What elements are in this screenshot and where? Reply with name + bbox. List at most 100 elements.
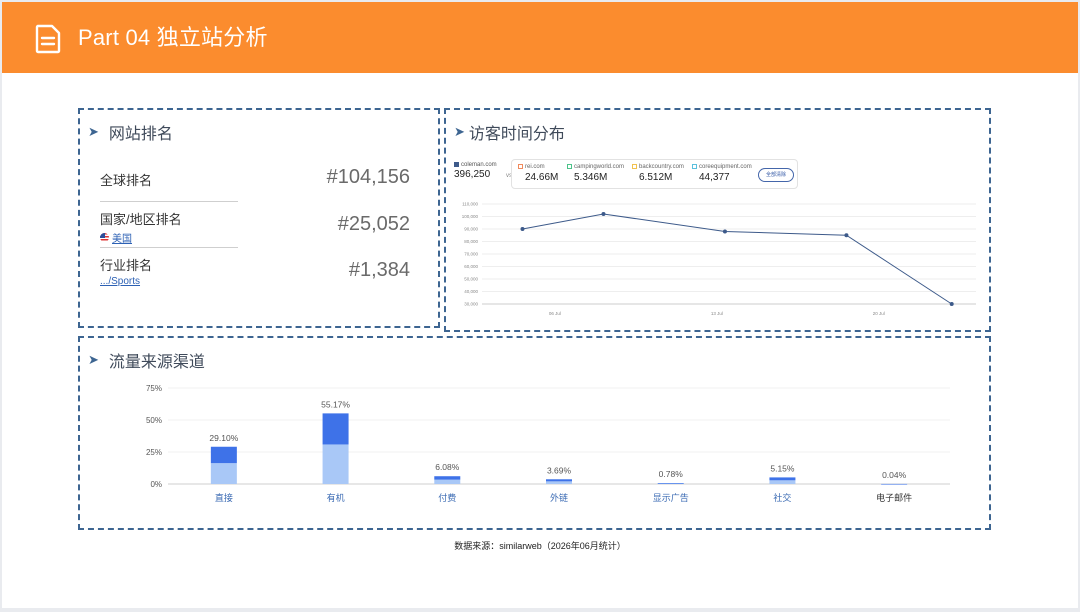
- y-tick-label: 30,000: [464, 302, 478, 307]
- divider: [100, 201, 238, 202]
- source-note: 数据来源：similarweb（2026年06月统计）: [454, 541, 626, 551]
- data-point: [949, 302, 954, 306]
- y-tick-label: 0%: [150, 480, 162, 489]
- x-category-label: 外链: [550, 492, 568, 504]
- competitor-name: backcountry.com: [639, 164, 684, 171]
- clear-all-button[interactable]: 全部清除: [758, 168, 794, 182]
- industry-rank-label-text: 行业排名: [100, 258, 153, 273]
- bar-value-label: 0.04%: [882, 470, 907, 480]
- country-rank-value: #25,052: [337, 213, 410, 235]
- x-category-label: 社交: [773, 492, 791, 504]
- x-tick-label: 06 Jul: [549, 311, 561, 316]
- main-site-legend[interactable]: coleman.com 396,250: [454, 162, 497, 180]
- competitor-value: 24.66M: [525, 172, 559, 184]
- bar-upper: [881, 483, 908, 485]
- bar-lower: [322, 444, 349, 484]
- bar-upper: [546, 479, 572, 482]
- x-tick-label: 13 Jul: [711, 311, 723, 316]
- global-rank-label: 全球排名: [100, 173, 153, 188]
- y-tick-label: 75%: [146, 384, 162, 393]
- x-category-label: 直接: [215, 492, 233, 504]
- competitor-value: 6.512M: [639, 172, 673, 184]
- bar-value-label: 6.08%: [435, 462, 460, 472]
- ranking-title: ➤ 网站排名: [88, 120, 173, 144]
- industry-link-text[interactable]: .../Sports: [100, 276, 140, 287]
- visits-panel: ➤ 访客时间分布 coleman.com 396,250 vs. rei.com…: [444, 108, 991, 332]
- x-tick-label: 20 Jul: [873, 311, 885, 316]
- competitor-box: rei.com 24.66M campingworld.com 5.346M b…: [511, 159, 798, 189]
- ranking-title-text: 网站排名: [108, 126, 173, 143]
- bar-upper: [657, 483, 684, 484]
- bar-upper: [210, 446, 237, 464]
- bar-value-label: 55.17%: [321, 399, 350, 409]
- industry-link[interactable]: .../Sports: [100, 276, 238, 287]
- bar-upper: [322, 413, 349, 445]
- x-category-label: 有机: [327, 492, 345, 504]
- traffic-panel: ➤ 流量来源渠道 75% 50% 25% 0% 29.10% 直接 55.17% 有机 6.08…: [78, 336, 991, 530]
- bar-upper: [769, 477, 796, 481]
- bar-value-label: 3.69%: [547, 465, 572, 475]
- country-rank-label-text: 国家/地区排名: [100, 212, 182, 227]
- slide: Part 04 独立站分析 ➤ 网站排名 全球排名 #104,156 国家/地区…: [2, 2, 1078, 608]
- data-point: [520, 227, 525, 231]
- header-bar: Part 04 独立站分析: [2, 2, 1078, 73]
- competitor-backcountry[interactable]: backcountry.com 6.512M: [632, 164, 684, 183]
- bar-lower: [769, 480, 796, 484]
- country-rank-label: 国家/地区排名 美国: [100, 209, 238, 245]
- divider: [100, 247, 238, 248]
- y-tick-label: 50,000: [464, 277, 478, 282]
- bar-lower: [434, 479, 461, 484]
- competitor-rei[interactable]: rei.com 24.66M: [518, 164, 558, 183]
- competitor-name: campingworld.com: [574, 164, 625, 171]
- legend-swatch: [567, 164, 572, 169]
- x-category-label: 电子邮件: [876, 492, 912, 504]
- legend-swatch: [632, 164, 637, 169]
- y-tick-label: 25%: [146, 448, 162, 457]
- y-tick-label: 50%: [146, 416, 162, 425]
- industry-rank-value: #1,384: [348, 259, 410, 281]
- competitor-campingworld[interactable]: campingworld.com 5.346M: [567, 164, 624, 183]
- bar-value-label: 0.78%: [659, 469, 684, 479]
- y-tick-label: 90,000: [464, 227, 478, 232]
- competitor-value: 44,377: [699, 172, 730, 184]
- legend-swatch: [692, 164, 697, 169]
- competitor-coreequipment[interactable]: coreequipment.com 44,377: [692, 164, 752, 183]
- chevron-right-icon: ➤: [88, 124, 99, 140]
- global-rank-value: #104,156: [326, 166, 410, 188]
- bar-lower: [546, 481, 572, 484]
- bar-upper: [434, 476, 461, 480]
- legend-swatch: [518, 164, 523, 169]
- bar-value-label: 5.15%: [770, 463, 795, 473]
- industry-rank-label: 行业排名 .../Sports: [100, 255, 238, 287]
- visits-line-chart: 110,000 100,000 90,000 80,000 70,000 60,000 50…: [462, 202, 976, 316]
- data-point: [601, 212, 606, 216]
- visits-title-text: 访客时间分布: [468, 126, 565, 143]
- country-link[interactable]: 美国: [100, 230, 238, 245]
- main-site-name: coleman.com: [461, 162, 497, 169]
- country-link-text[interactable]: 美国: [112, 230, 132, 245]
- y-tick-label: 70,000: [464, 252, 478, 257]
- y-tick-label: 40,000: [464, 289, 478, 294]
- bar-value-label: 29.10%: [209, 433, 238, 443]
- visits-line: [522, 213, 952, 305]
- data-point: [844, 233, 849, 238]
- competitor-name: coreequipment.com: [699, 164, 752, 171]
- x-category-label: 显示广告: [653, 492, 689, 504]
- y-tick-label: 60,000: [464, 264, 478, 269]
- document-icon: [35, 24, 61, 54]
- main-site-value: 396,250: [454, 169, 491, 181]
- page-title: Part 04 独立站分析: [78, 25, 268, 50]
- y-tick-label: 110,000: [462, 202, 478, 207]
- y-tick-label: 80,000: [464, 239, 478, 244]
- bar-lower: [210, 463, 237, 484]
- x-category-label: 付费: [438, 492, 456, 504]
- visits-title: ➤ 访客时间分布: [454, 120, 565, 144]
- us-flag-icon: [100, 233, 109, 242]
- y-tick-label: 100,000: [462, 214, 479, 219]
- legend-swatch: [454, 162, 459, 167]
- competitor-name: rei.com: [525, 164, 545, 171]
- chevron-right-icon: ➤: [454, 124, 465, 140]
- data-point: [722, 229, 727, 234]
- competitor-value: 5.346M: [574, 172, 608, 184]
- traffic-bar-chart: 75% 50% 25% 0% 29.10% 直接 55.17% 有机 6.08% 付费 3.69% 外…: [146, 384, 950, 504]
